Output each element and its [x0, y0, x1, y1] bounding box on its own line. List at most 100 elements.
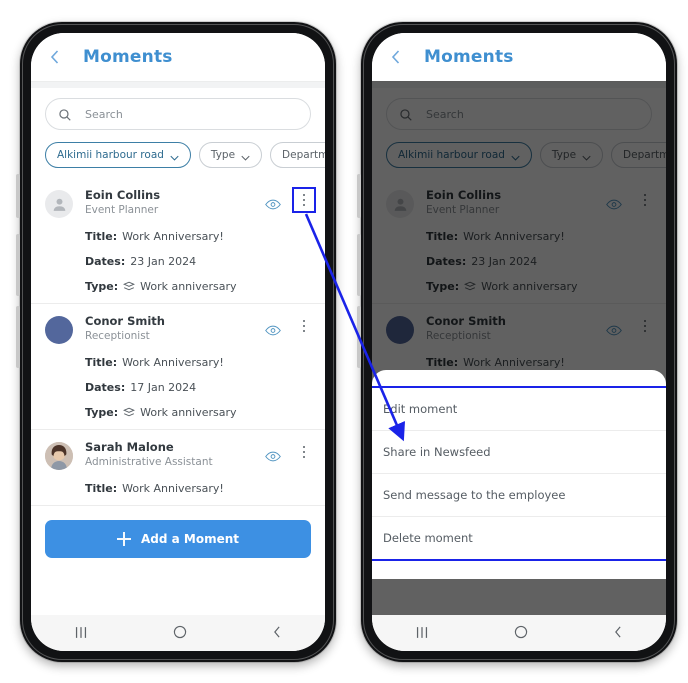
phone-side-button-mute[interactable] — [16, 174, 20, 218]
context-menu-item-share[interactable]: Share in Newsfeed — [372, 431, 666, 474]
search-input[interactable]: Search — [45, 98, 311, 130]
filter-chip-location-label: Alkimii harbour road — [57, 149, 164, 161]
phone-left-screen: Moments Search Alkimii harbour road Type… — [31, 33, 325, 651]
moment-type-value: Work anniversary — [140, 280, 237, 293]
stack-icon — [123, 281, 136, 292]
moment-card-header: Eoin Collins Event Planner — [45, 182, 316, 218]
moment-title-value: Work Anniversary! — [122, 230, 224, 243]
page-title: Moments — [83, 47, 173, 67]
chevron-down-icon — [170, 152, 179, 161]
moment-dates-field: Dates: 17 Jan 2024 — [45, 381, 311, 394]
kebab-menu-icon[interactable] — [297, 318, 311, 334]
phone-side-button-volume-up[interactable] — [16, 234, 20, 296]
filter-chip-type[interactable]: Type — [198, 142, 263, 168]
screenshot-stage: Moments Search Alkimii harbour road Type… — [0, 0, 688, 683]
back-icon[interactable] — [612, 624, 624, 643]
back-icon[interactable] — [386, 47, 406, 67]
moment-person-role: Receptionist — [85, 330, 150, 342]
page-title: Moments — [424, 47, 514, 67]
search-placeholder: Search — [85, 107, 123, 121]
moment-title-value: Work Anniversary! — [122, 356, 224, 369]
context-menu-item-send-message[interactable]: Send message to the employee — [372, 474, 666, 517]
context-menu-sheet-footer — [372, 559, 666, 579]
filter-chip-department-label: Department — [282, 149, 325, 161]
moment-person: Sarah Malone Administrative Assistant — [85, 440, 265, 469]
phone-right-screen: Moments Search Alkimii harbour road — [372, 33, 666, 651]
kebab-menu-icon[interactable] — [297, 444, 311, 460]
moment-type-field: Type: Work anniversary — [45, 406, 311, 419]
avatar — [45, 190, 73, 218]
context-menu-sheet: Edit moment Share in Newsfeed Send messa… — [372, 370, 666, 579]
moment-person-role: Administrative Assistant — [85, 456, 213, 468]
eye-icon[interactable] — [265, 321, 281, 335]
phone-side-button-volume-down[interactable] — [357, 306, 361, 368]
app-content: Search Alkimii harbour road Type — [31, 81, 325, 615]
moment-person: Conor Smith Receptionist — [85, 314, 265, 343]
moment-type-value: Work anniversary — [140, 406, 237, 419]
moment-person-role: Event Planner — [85, 204, 159, 216]
search-icon — [58, 107, 72, 121]
phone-left: Moments Search Alkimii harbour road Type… — [16, 22, 336, 662]
moment-title-field: Title: Work Anniversary! — [45, 230, 311, 243]
moment-person-name: Eoin Collins — [85, 188, 161, 202]
moment-dates-field: Dates: 23 Jan 2024 — [45, 255, 311, 268]
moment-title-label: Title: — [85, 230, 118, 243]
back-icon[interactable] — [45, 47, 65, 67]
app-content: Search Alkimii harbour road Type — [372, 81, 666, 615]
moment-person: Eoin Collins Event Planner — [85, 188, 265, 217]
moment-card[interactable]: Conor Smith Receptionist Titl — [31, 304, 325, 430]
moment-title-value: Work Anniversary! — [122, 482, 224, 495]
filter-chip-type-label: Type — [210, 149, 236, 161]
moment-dates-label: Dates: — [85, 255, 126, 268]
avatar — [45, 316, 73, 344]
filter-chip-location[interactable]: Alkimii harbour road — [45, 142, 191, 168]
moment-dates-value: 23 Jan 2024 — [130, 255, 197, 268]
filter-chip-row: Alkimii harbour road Type Department — [31, 130, 325, 168]
moment-card-header: Conor Smith Receptionist — [45, 308, 311, 344]
search-area: Search — [31, 88, 325, 130]
moment-title-label: Title: — [85, 482, 118, 495]
moment-dates-value: 17 Jan 2024 — [130, 381, 197, 394]
phone-side-button-volume-down[interactable] — [16, 306, 20, 368]
filter-chip-department[interactable]: Department — [270, 142, 325, 168]
moment-title-field: Title: Work Anniversary! — [45, 482, 311, 495]
phone-side-button-mute[interactable] — [357, 174, 361, 218]
phone-side-button-volume-up[interactable] — [357, 234, 361, 296]
moment-card-actions — [265, 318, 311, 335]
context-menu-list: Edit moment Share in Newsfeed Send messa… — [372, 386, 666, 561]
moment-card-actions — [265, 187, 316, 213]
home-icon[interactable] — [514, 624, 528, 643]
recents-icon[interactable] — [414, 624, 430, 643]
moment-card-header: Sarah Malone Administrative Assistant — [45, 434, 311, 470]
moment-card[interactable]: Sarah Malone Administrative Assistant Ti… — [31, 430, 325, 506]
header-divider — [31, 81, 325, 88]
moment-card-actions — [265, 444, 311, 461]
moment-type-label: Type: — [85, 406, 119, 419]
chevron-down-icon — [241, 152, 250, 161]
recents-icon[interactable] — [73, 624, 89, 643]
moment-person-name: Sarah Malone — [85, 440, 174, 454]
eye-icon[interactable] — [265, 195, 281, 209]
android-nav-bar — [372, 615, 666, 651]
moment-title-label: Title: — [85, 356, 118, 369]
context-menu-item-edit[interactable]: Edit moment — [372, 388, 666, 431]
avatar — [45, 442, 73, 470]
app-header: Moments — [372, 33, 666, 81]
app-header: Moments — [31, 33, 325, 81]
moment-list: Eoin Collins Event Planner Ti — [31, 178, 325, 506]
moment-card[interactable]: Eoin Collins Event Planner Ti — [31, 178, 325, 304]
eye-icon[interactable] — [265, 447, 281, 461]
home-icon[interactable] — [173, 624, 187, 643]
moment-person-name: Conor Smith — [85, 314, 165, 328]
kebab-menu-icon[interactable] — [292, 187, 316, 213]
phone-right: Moments Search Alkimii harbour road — [357, 22, 677, 662]
moment-title-field: Title: Work Anniversary! — [45, 356, 311, 369]
stack-icon — [123, 407, 136, 418]
back-icon[interactable] — [271, 624, 283, 643]
context-menu-item-delete[interactable]: Delete moment — [372, 517, 666, 559]
moment-type-field: Type: Work anniversary — [45, 280, 311, 293]
add-moment-button[interactable]: Add a Moment — [45, 520, 311, 558]
moment-type-label: Type: — [85, 280, 119, 293]
plus-icon — [116, 532, 131, 546]
android-nav-bar — [31, 615, 325, 651]
